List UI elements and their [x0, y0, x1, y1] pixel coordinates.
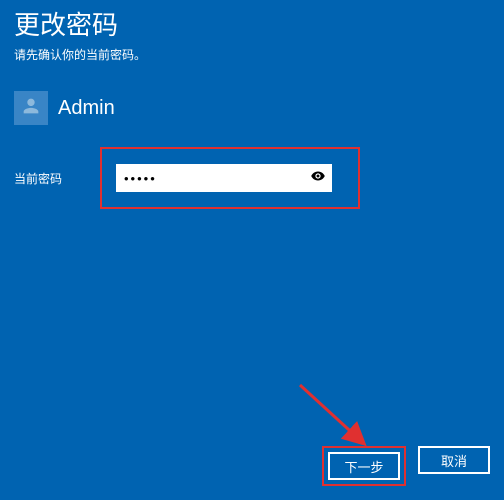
user-section: Admin [0, 91, 504, 125]
reveal-password-button[interactable] [304, 164, 332, 192]
password-label: 当前密码 [14, 170, 100, 187]
password-row: 当前密码 [0, 147, 504, 209]
eye-icon [309, 167, 327, 190]
username: Admin [58, 97, 115, 120]
current-password-input[interactable] [116, 164, 332, 192]
avatar [14, 91, 48, 125]
button-row: 下一步 取消 [322, 446, 490, 486]
password-wrapper [116, 164, 332, 192]
page-title: 更改密码 [14, 5, 490, 42]
annotation-highlight-password [100, 147, 360, 209]
annotation-highlight-next: 下一步 [322, 446, 406, 486]
next-button[interactable]: 下一步 [328, 452, 400, 480]
page-subtitle: 请先确认你的当前密码。 [14, 46, 490, 63]
header: 更改密码 请先确认你的当前密码。 [0, 0, 504, 63]
cancel-button[interactable]: 取消 [418, 446, 490, 474]
user-icon [20, 95, 42, 122]
